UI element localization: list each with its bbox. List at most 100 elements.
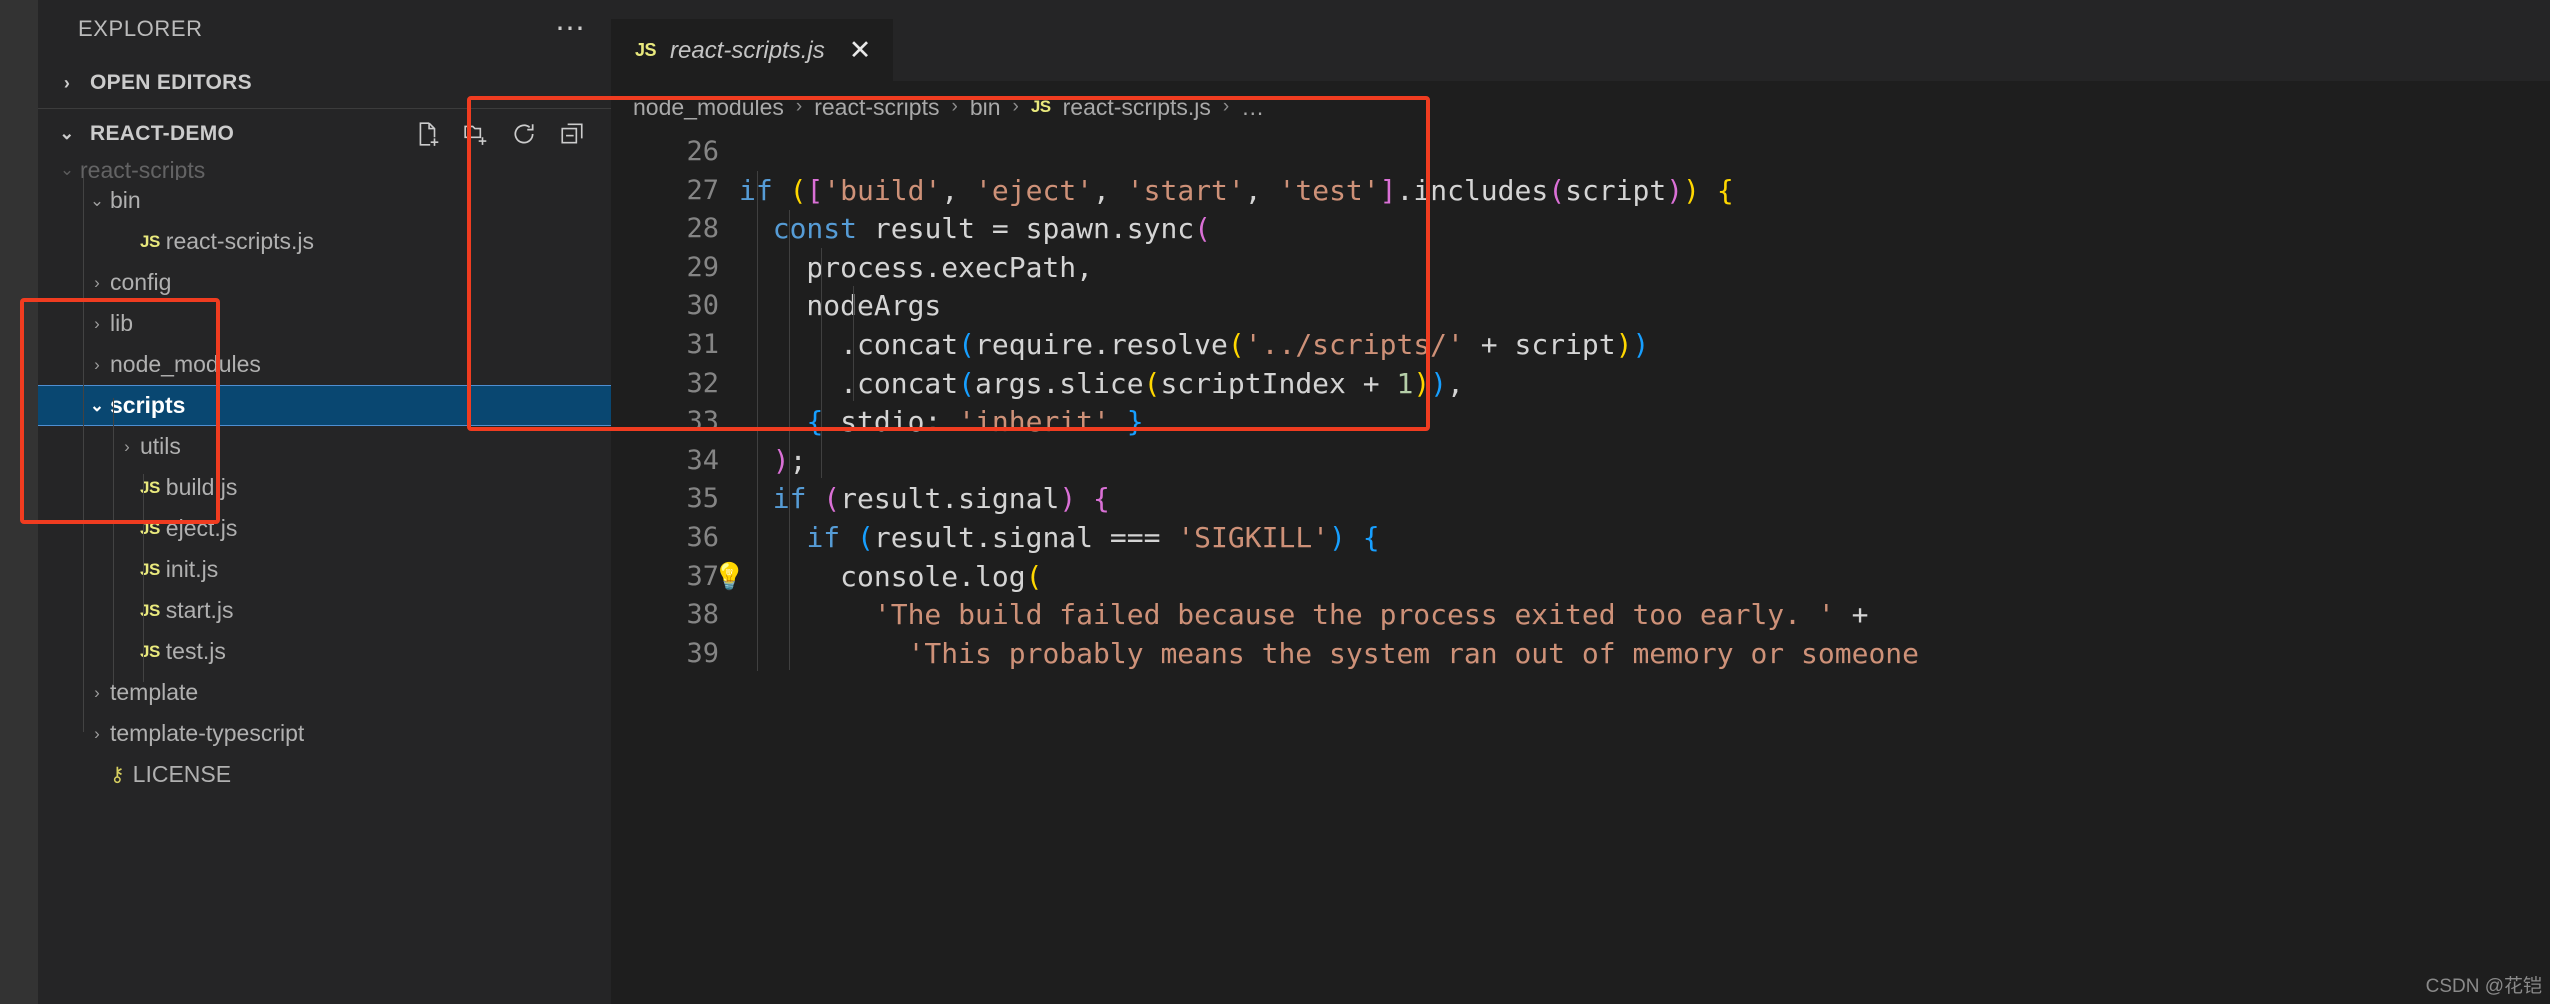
code-token: 'eject' (975, 173, 1094, 207)
breadcrumb-item[interactable]: node_modules (633, 94, 784, 121)
code-line[interactable] (739, 133, 2550, 172)
tree-item-label: node_modules (110, 351, 261, 377)
code-token: if (806, 520, 858, 554)
breadcrumb-item[interactable]: … (1241, 94, 1264, 121)
new-file-icon[interactable] (415, 121, 441, 147)
chevron-right-icon: › (951, 96, 958, 117)
line-number: 29 (686, 251, 719, 283)
tree-item-label: build.js (165, 474, 238, 500)
code-content[interactable]: if (['build', 'eject', 'start', 'test'].… (739, 133, 2550, 1004)
tree-item-label: eject.js (165, 515, 238, 541)
code-line[interactable]: 'This probably means the system ran out … (739, 635, 2550, 674)
page-title: EXPLORER (78, 16, 203, 41)
tree-folder-template[interactable]: › template (38, 672, 611, 713)
code-token: 1 (1396, 366, 1414, 400)
tree-folder-utils[interactable]: › utils (38, 426, 611, 467)
tab-label: react-scripts.js (670, 36, 825, 64)
code-line[interactable]: console.log( (739, 558, 2550, 597)
code-line[interactable]: process.execPath, (739, 249, 2550, 288)
code-token: ( (958, 327, 976, 361)
line-number: 28 (686, 213, 719, 245)
tree-file-license[interactable]: ⚷ LICENSE (38, 754, 611, 795)
tree-file-start-js[interactable]: JS start.js (38, 590, 611, 631)
tree-item-label: template (110, 679, 199, 705)
code-token: , (1447, 366, 1464, 400)
section-react-demo[interactable]: ⌄ REACT-DEMO (38, 108, 611, 158)
tree-folder-template-typescript[interactable]: › template-typescript (38, 713, 611, 754)
new-folder-icon[interactable] (463, 121, 489, 147)
breadcrumb-item[interactable]: react-scripts (814, 94, 939, 121)
tree-item-label: bin (110, 187, 141, 213)
code-token: 'inherit' (958, 405, 1110, 439)
code-line[interactable]: nodeArgs (739, 287, 2550, 326)
tree-file-init-js[interactable]: JS init.js (38, 549, 611, 590)
code-token: ( (958, 366, 976, 400)
code-token: result = spawn.sync (857, 212, 1195, 246)
breadcrumb-item[interactable]: bin (970, 94, 1001, 121)
tree-file-eject-js[interactable]: JS eject.js (38, 508, 611, 549)
code-line[interactable]: ); (739, 442, 2550, 481)
code-editor[interactable]: 26 27 28 29 30 31 32 33 34 35 36 37 💡 38 39 if (['buil… (611, 133, 2550, 1004)
code-token: ] (1379, 173, 1397, 207)
indent-guide (757, 171, 758, 671)
code-token: ( (1227, 327, 1245, 361)
code-token: console.log (739, 559, 1026, 593)
tree-file-react-scripts-js[interactable]: JS react-scripts.js (38, 221, 611, 262)
code-line[interactable]: .concat(args.slice(scriptIndex + 1)), (739, 365, 2550, 404)
explorer-sidebar: EXPLORER ⋯ › OPEN EDITORS ⌄ REACT-DEMO ⌄… (38, 0, 611, 1004)
code-line[interactable]: if (['build', 'eject', 'start', 'test'].… (739, 172, 2550, 211)
tab-react-scripts-js[interactable]: JS react-scripts.js ✕ (611, 19, 894, 81)
section-open-editors-label: OPEN EDITORS (90, 71, 252, 94)
code-token: 'SIGKILL' (1177, 520, 1330, 554)
indent-guide (789, 210, 790, 670)
activity-bar[interactable] (0, 0, 38, 1004)
section-open-editors[interactable]: › OPEN EDITORS (38, 58, 611, 108)
license-key-icon: ⚷ (110, 764, 125, 786)
tree-item-label: react-scripts.js (165, 228, 315, 254)
code-line[interactable]: .concat(require.resolve('../scripts/' + … (739, 326, 2550, 365)
code-token: require.resolve (975, 327, 1228, 361)
code-line[interactable]: if (result.signal) { (739, 480, 2550, 519)
code-line[interactable]: const result = spawn.sync( (739, 210, 2550, 249)
code-token: ( (789, 173, 807, 207)
file-tree[interactable]: ⌄ react-scripts ⌄ bin JS react-scripts.js › con… (38, 158, 611, 1004)
breadcrumb[interactable]: node_modules › react-scripts › bin › JS react-s… (611, 81, 2550, 133)
tree-folder-config[interactable]: › config (38, 262, 611, 303)
code-token: '../scripts/' (1244, 327, 1464, 361)
chevron-right-icon: › (94, 682, 100, 702)
chevron-right-icon: › (94, 723, 100, 743)
tree-folder-bin[interactable]: ⌄ bin (38, 180, 611, 221)
code-token: } (1126, 405, 1144, 439)
code-line[interactable]: if (result.signal === 'SIGKILL') { (739, 519, 2550, 558)
tree-item-label: config (110, 269, 172, 295)
chevron-right-icon: › (63, 72, 71, 93)
close-icon[interactable]: ✕ (849, 37, 872, 64)
tree-folder-lib[interactable]: › lib (38, 303, 611, 344)
code-token: ( (1548, 173, 1566, 207)
tree-item-label: react-scripts (80, 160, 206, 180)
tree-folder-react-scripts[interactable]: ⌄ react-scripts (38, 160, 611, 180)
code-line[interactable]: { stdio: 'inherit' } (739, 403, 2550, 442)
tree-item-label: scripts (110, 392, 186, 418)
section-react-demo-label: REACT-DEMO (90, 121, 235, 145)
tree-folder-node-modules[interactable]: › node_modules (38, 344, 611, 385)
line-number: 37 💡 (611, 558, 745, 597)
code-token: result.signal (840, 482, 1060, 516)
code-token: ) (1615, 327, 1633, 361)
code-line[interactable]: 'The build failed because the process ex… (739, 596, 2550, 635)
ellipsis-icon[interactable]: ⋯ (555, 14, 587, 44)
tree-item-label: lib (110, 310, 134, 336)
watermark: CSDN @花铠 (2425, 976, 2542, 997)
collapse-all-icon[interactable] (559, 121, 585, 147)
refresh-icon[interactable] (511, 121, 537, 147)
line-number: 38 (686, 599, 719, 631)
tree-file-build-js[interactable]: JS build.js (38, 467, 611, 508)
code-token: ( (1194, 212, 1212, 246)
breadcrumb-item[interactable]: react-scripts.js (1063, 94, 1211, 121)
tree-file-test-js[interactable]: JS test.js (38, 631, 611, 672)
tree-folder-scripts[interactable]: ⌄ scripts (38, 385, 611, 426)
code-token: , (941, 173, 976, 207)
